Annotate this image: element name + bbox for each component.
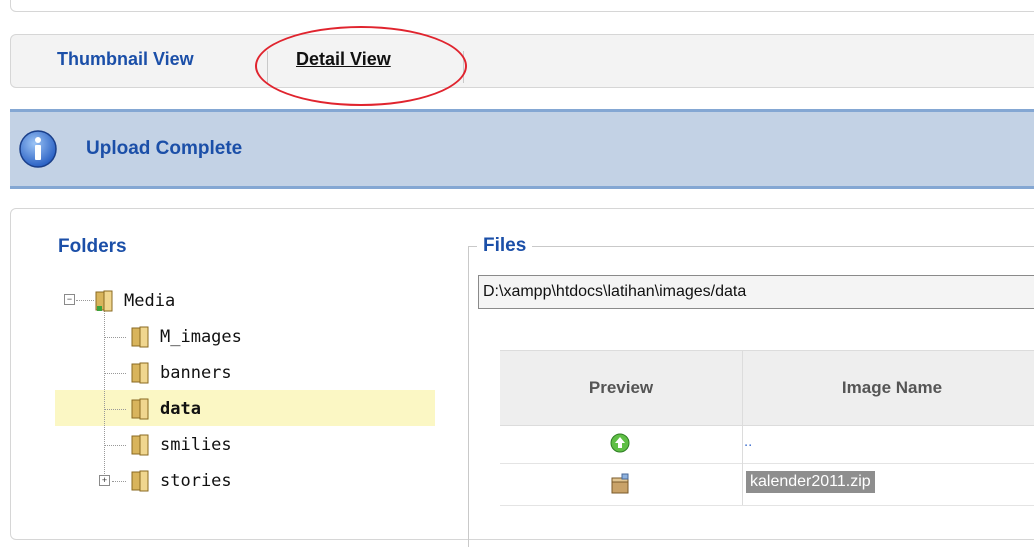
info-icon: [19, 130, 57, 168]
message-bar: Upload Complete: [10, 109, 1034, 189]
selected-folder-highlight: [55, 390, 435, 426]
folder-icon: [131, 398, 149, 420]
tree-line: [104, 337, 126, 338]
tab-thumbnail-view[interactable]: Thumbnail View: [57, 49, 194, 70]
files-table-header: Preview Image Name: [500, 350, 1034, 426]
tree-line: [104, 310, 105, 482]
tree-line: [112, 481, 126, 482]
tree-node-data[interactable]: data: [130, 392, 201, 426]
file-name[interactable]: kalender2011.zip: [746, 471, 875, 493]
folder-icon: [131, 470, 149, 492]
tree-line: [76, 300, 94, 301]
top-panel: [10, 0, 1034, 12]
cell-divider: [742, 463, 743, 505]
up-arrow-icon[interactable]: [610, 433, 630, 453]
message-text: Upload Complete: [86, 138, 243, 159]
view-tabs: Thumbnail View Detail View: [10, 34, 1034, 88]
tree-line: [104, 409, 126, 410]
tree-node-banners[interactable]: banners: [130, 356, 232, 390]
parent-folder-link[interactable]: ..: [744, 433, 752, 450]
tree-label: data: [160, 399, 201, 419]
tree-label: M_images: [160, 327, 242, 347]
tree-line: [104, 445, 126, 446]
column-header-preview[interactable]: Preview: [500, 351, 743, 425]
tree-node-stories[interactable]: stories: [130, 464, 232, 498]
files-heading: Files: [477, 235, 533, 257]
tree-node-m-images[interactable]: M_images: [130, 320, 242, 354]
folder-icon: [131, 326, 149, 348]
annotation-circle: [255, 26, 467, 106]
tree-node-smilies[interactable]: smilies: [130, 428, 232, 462]
table-row[interactable]: kalender2011.zip: [500, 463, 1034, 506]
expand-icon[interactable]: +: [99, 475, 110, 486]
folders-heading: Folders: [58, 236, 127, 257]
cell-divider: [742, 425, 743, 463]
archive-icon[interactable]: [610, 473, 630, 495]
folder-icon: [95, 290, 113, 312]
folder-path-field[interactable]: D:\xampp\htdocs\latihan\images/data: [478, 275, 1034, 309]
tree-node-media[interactable]: Media: [94, 284, 175, 318]
folder-icon: [131, 434, 149, 456]
tree-label: banners: [160, 363, 232, 383]
column-header-image-name[interactable]: Image Name: [742, 351, 1034, 425]
collapse-icon[interactable]: −: [64, 294, 75, 305]
folder-icon: [131, 362, 149, 384]
tree-label: Media: [124, 291, 176, 311]
table-row[interactable]: ..: [500, 425, 1034, 464]
tree-label: smilies: [160, 435, 232, 455]
tree-line: [104, 373, 126, 374]
tree-label: stories: [160, 471, 232, 491]
